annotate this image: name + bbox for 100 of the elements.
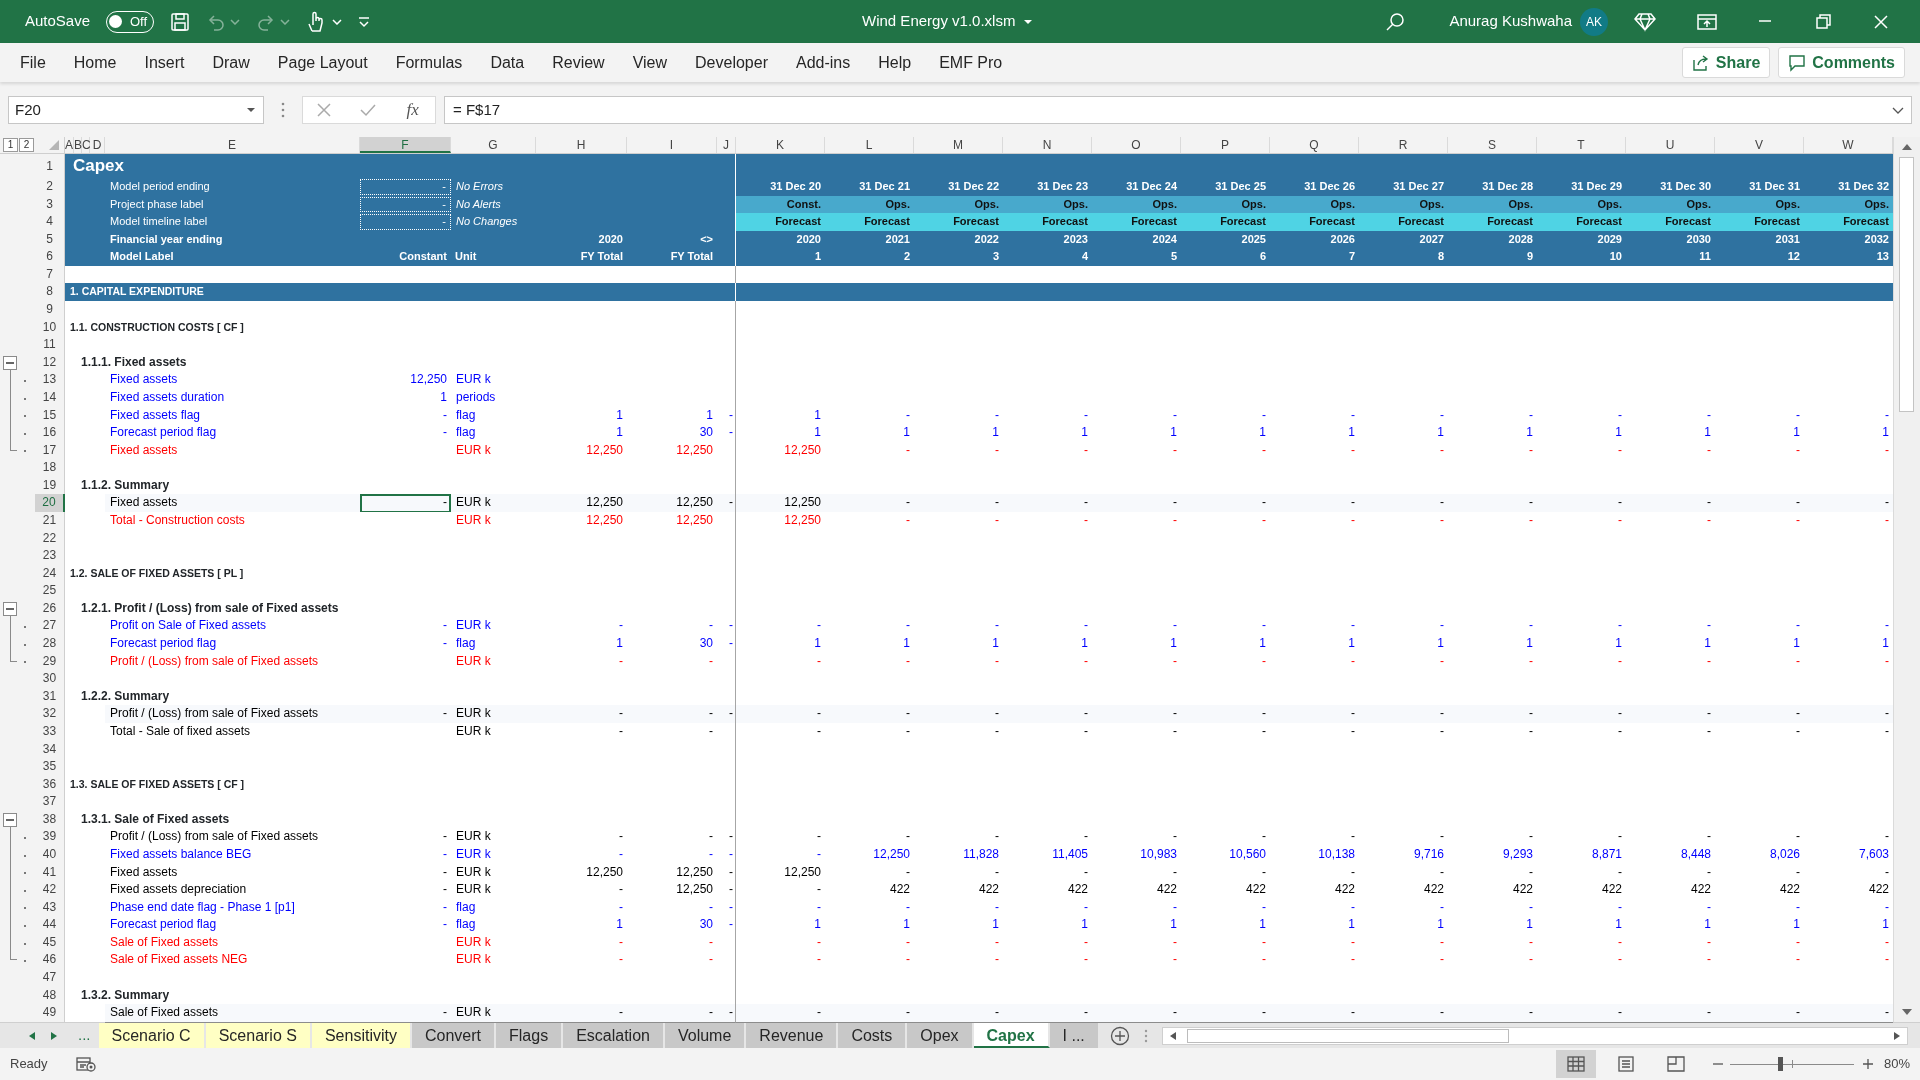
caret-icon[interactable] (1023, 18, 1034, 25)
zoom-in-icon[interactable] (1861, 1058, 1874, 1070)
macro-record-icon[interactable] (75, 1056, 96, 1072)
table-cell: Forecast (1715, 213, 1804, 231)
sheet-tab[interactable]: Scenario S (205, 1023, 312, 1048)
menu-tab[interactable]: Insert (130, 50, 199, 75)
sheet-tab[interactable]: I ... (1049, 1023, 1100, 1048)
caret-icon[interactable] (332, 18, 343, 25)
customize-icon[interactable] (358, 15, 371, 28)
menu-tab[interactable]: File (6, 50, 60, 75)
search-icon[interactable] (1385, 11, 1406, 32)
restore-icon[interactable] (1814, 12, 1832, 31)
more-sheets-button[interactable]: ... (70, 1024, 99, 1047)
table-cell: Forecast (1804, 213, 1893, 231)
row-number[interactable]: 20 (35, 494, 65, 512)
horizontal-scrollbar[interactable] (1161, 1026, 1908, 1045)
table-cell-text: 1 (1703, 635, 1712, 653)
table-cell-text: - (1083, 933, 1089, 951)
collapse-icon[interactable] (3, 355, 17, 370)
diamond-icon[interactable] (1634, 11, 1656, 32)
ribbon-display-icon[interactable] (1697, 13, 1717, 30)
column-header[interactable]: D (90, 137, 105, 153)
sheet-tab[interactable]: Opex (907, 1023, 974, 1048)
table-cell-text: 1 (1703, 916, 1712, 934)
zoom-slider[interactable] (1729, 1057, 1854, 1071)
sheet-tab[interactable]: Convert (411, 1023, 496, 1048)
close-icon[interactable] (1872, 12, 1890, 31)
sheet-tab[interactable]: Costs (838, 1023, 908, 1048)
previous-sheet-icon[interactable] (28, 1030, 36, 1041)
outline-level-button[interactable]: 2 (19, 138, 34, 152)
scroll-left-icon[interactable] (1168, 1030, 1177, 1041)
table-cell-text: 2032 (1863, 231, 1890, 247)
menu-tab[interactable]: View (618, 50, 682, 75)
menu-tab[interactable]: Draw (198, 50, 264, 75)
menu-tab[interactable]: Add-ins (781, 50, 865, 75)
table-cell-text: flag (455, 898, 477, 916)
menu-tab[interactable]: Formulas (381, 50, 477, 75)
menu-tab[interactable]: Page Layout (263, 50, 382, 75)
menu-tab[interactable]: Help (864, 50, 926, 75)
sheet-tab[interactable]: Scenario C (98, 1023, 206, 1048)
menu-tab[interactable]: Review (538, 50, 619, 75)
scrollbar-thumb[interactable] (1186, 1028, 1509, 1043)
formula-field[interactable]: = F$17 (444, 95, 1912, 124)
scroll-down-icon[interactable] (1901, 1008, 1913, 1016)
drag-handle-icon[interactable] (280, 101, 286, 118)
sheet-tab[interactable]: Revenue (746, 1023, 839, 1048)
column-header[interactable]: A (65, 137, 74, 153)
sheet-tab[interactable]: Capex (973, 1023, 1050, 1048)
zoom-level: 80% (1883, 1055, 1910, 1074)
dropdown-icon[interactable] (246, 106, 256, 113)
slider-thumb[interactable] (1777, 1057, 1783, 1071)
menu-tab[interactable]: Data (476, 50, 539, 75)
scrollbar-thumb[interactable] (1899, 157, 1914, 412)
share-button[interactable]: Share (1681, 47, 1771, 78)
expand-icon[interactable] (1892, 106, 1904, 115)
scroll-right-icon[interactable] (1893, 1030, 1901, 1041)
menu-tab[interactable]: EMF Pro (925, 50, 1017, 75)
table-cell: - (1003, 1004, 1092, 1023)
file-title: Wind Energy v1.0.xlsm (862, 11, 1016, 32)
collapse-icon[interactable] (3, 601, 17, 616)
drag-handle-icon[interactable] (1143, 1028, 1148, 1043)
insert-function-button[interactable]: fx (404, 96, 421, 123)
table-cell-text: 12,250 (409, 371, 448, 389)
table-cell-text: - (816, 933, 822, 951)
table-cell-text: - (1439, 441, 1445, 459)
table-cell-text: - (994, 406, 1000, 424)
table-cell-text: - (708, 951, 714, 969)
table-cell-text: - (1172, 933, 1178, 951)
outline-level-button[interactable]: 1 (3, 138, 18, 152)
save-icon[interactable] (170, 11, 191, 32)
table-cell-text: - (1350, 863, 1356, 881)
column-header[interactable]: F (360, 137, 451, 153)
menu-tab[interactable]: Developer (681, 50, 782, 75)
table-cell-text: 422 (1066, 881, 1089, 899)
sheet-tab[interactable]: Volume (664, 1023, 747, 1048)
table-cell-text: - (1528, 933, 1534, 951)
table-cell-text: - (1884, 406, 1890, 424)
table-cell-text: - (905, 951, 911, 969)
avatar[interactable]: AK (1580, 7, 1608, 36)
row-label: Project phase label (110, 197, 204, 210)
sheet-tab[interactable]: Escalation (563, 1023, 665, 1048)
comments-button[interactable]: Comments (1778, 47, 1905, 78)
table-cell-text: 9 (1525, 249, 1534, 265)
collapse-icon[interactable] (3, 812, 17, 827)
scroll-up-icon[interactable] (1901, 143, 1913, 151)
table-cell: Forecast (825, 213, 914, 231)
menu-tab[interactable]: Home (59, 50, 131, 75)
name-box[interactable]: F20 (8, 95, 264, 124)
table-cell-text: 2021 (884, 231, 911, 247)
table-cell-text: 7 (1347, 249, 1356, 265)
sheet-tab[interactable]: Sensitivity (311, 1023, 412, 1048)
sheet-tab[interactable]: Flags (496, 1023, 564, 1048)
table-cell-text: - (1884, 863, 1890, 881)
section-title: 1.3.2. Summary (81, 987, 170, 1002)
add-sheet-icon[interactable] (1109, 1025, 1130, 1046)
table-cell: Forecast (1626, 213, 1715, 231)
next-sheet-icon[interactable] (50, 1030, 58, 1041)
hand-icon[interactable] (306, 10, 325, 33)
check-icon[interactable] (359, 102, 376, 117)
view-button[interactable] (1555, 1050, 1596, 1078)
